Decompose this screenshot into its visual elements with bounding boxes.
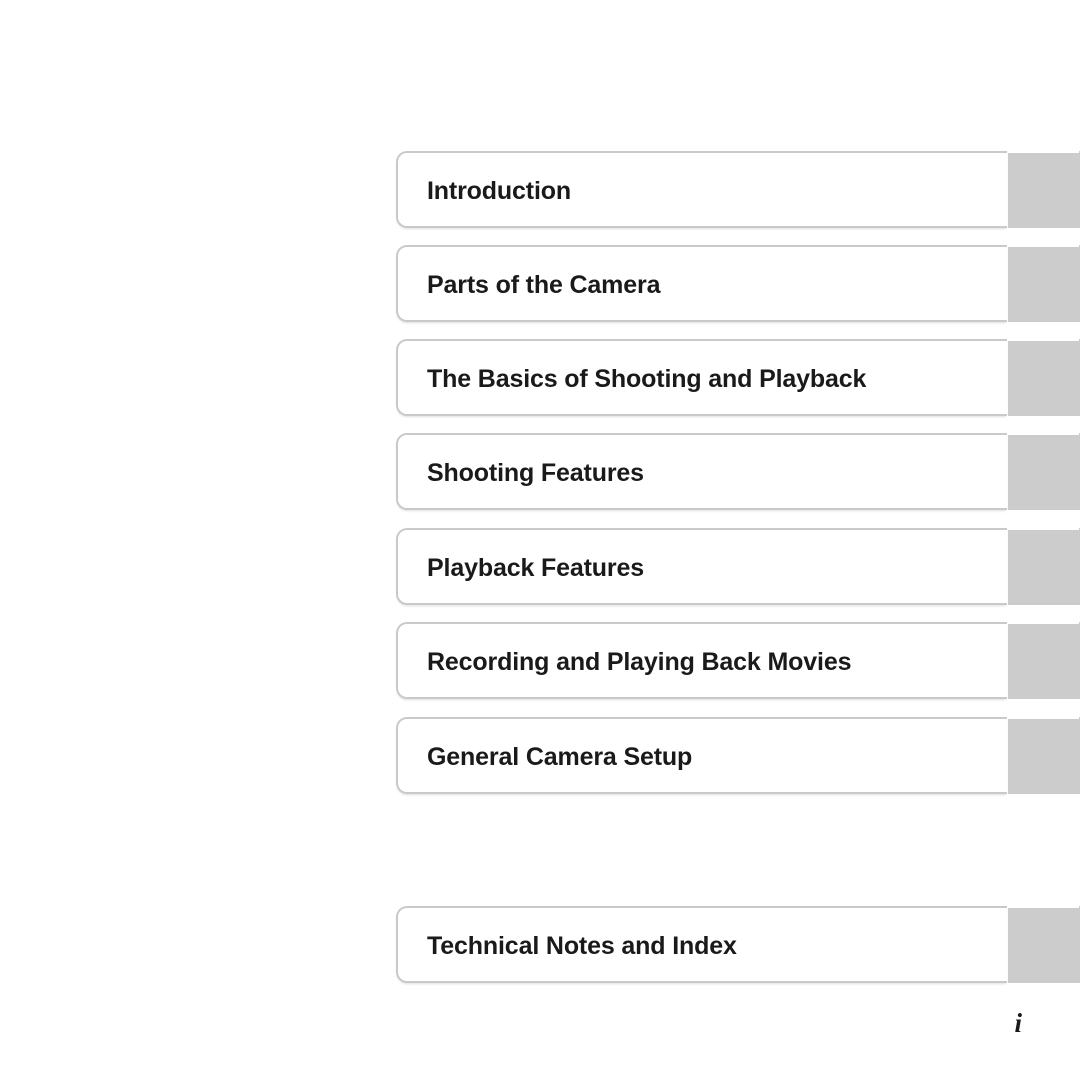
section-index-tab[interactable]	[1008, 151, 1080, 228]
section-title: Parts of the Camera	[427, 271, 661, 299]
section-card[interactable]: General Camera Setup	[396, 717, 1079, 794]
section-card[interactable]: Parts of the Camera	[396, 245, 1079, 322]
section-entry[interactable]: Shooting Features	[396, 433, 1080, 510]
section-index-tab[interactable]	[1008, 339, 1080, 416]
section-card[interactable]: The Basics of Shooting and Playback	[396, 339, 1079, 416]
section-title: Introduction	[427, 177, 572, 205]
section-entry[interactable]: Parts of the Camera	[396, 245, 1080, 322]
section-card[interactable]: Introduction	[396, 151, 1079, 228]
section-title: Playback Features	[427, 554, 645, 582]
section-card[interactable]: Recording and Playing Back Movies	[396, 622, 1079, 699]
section-list: Introduction Parts of the Camera The Basic…	[0, 0, 1080, 1080]
page-number: i	[1014, 1008, 1022, 1038]
section-title: Shooting Features	[427, 459, 644, 487]
section-entry[interactable]: Technical Notes and Index	[396, 906, 1080, 983]
section-card[interactable]: Technical Notes and Index	[396, 906, 1079, 983]
section-index-tab[interactable]	[1008, 528, 1080, 605]
manual-section-index-page: Introduction Parts of the Camera The Basic…	[0, 0, 1080, 1080]
section-entry[interactable]: Introduction	[396, 151, 1080, 228]
section-index-tab[interactable]	[1008, 622, 1080, 699]
section-index-tab[interactable]	[1008, 717, 1080, 794]
section-title: The Basics of Shooting and Playback	[427, 365, 867, 393]
section-index-tab[interactable]	[1008, 906, 1080, 983]
section-entry[interactable]: Playback Features	[396, 528, 1080, 605]
section-title: General Camera Setup	[427, 743, 693, 771]
section-entry[interactable]: General Camera Setup	[396, 717, 1080, 794]
section-entry[interactable]: The Basics of Shooting and Playback	[396, 339, 1080, 416]
section-title: Recording and Playing Back Movies	[427, 648, 852, 676]
section-card[interactable]: Playback Features	[396, 528, 1079, 605]
section-card[interactable]: Shooting Features	[396, 433, 1079, 510]
section-index-tab[interactable]	[1008, 245, 1080, 322]
section-index-tab[interactable]	[1008, 433, 1080, 510]
section-title: Technical Notes and Index	[427, 932, 737, 960]
section-entry[interactable]: Recording and Playing Back Movies	[396, 622, 1080, 699]
